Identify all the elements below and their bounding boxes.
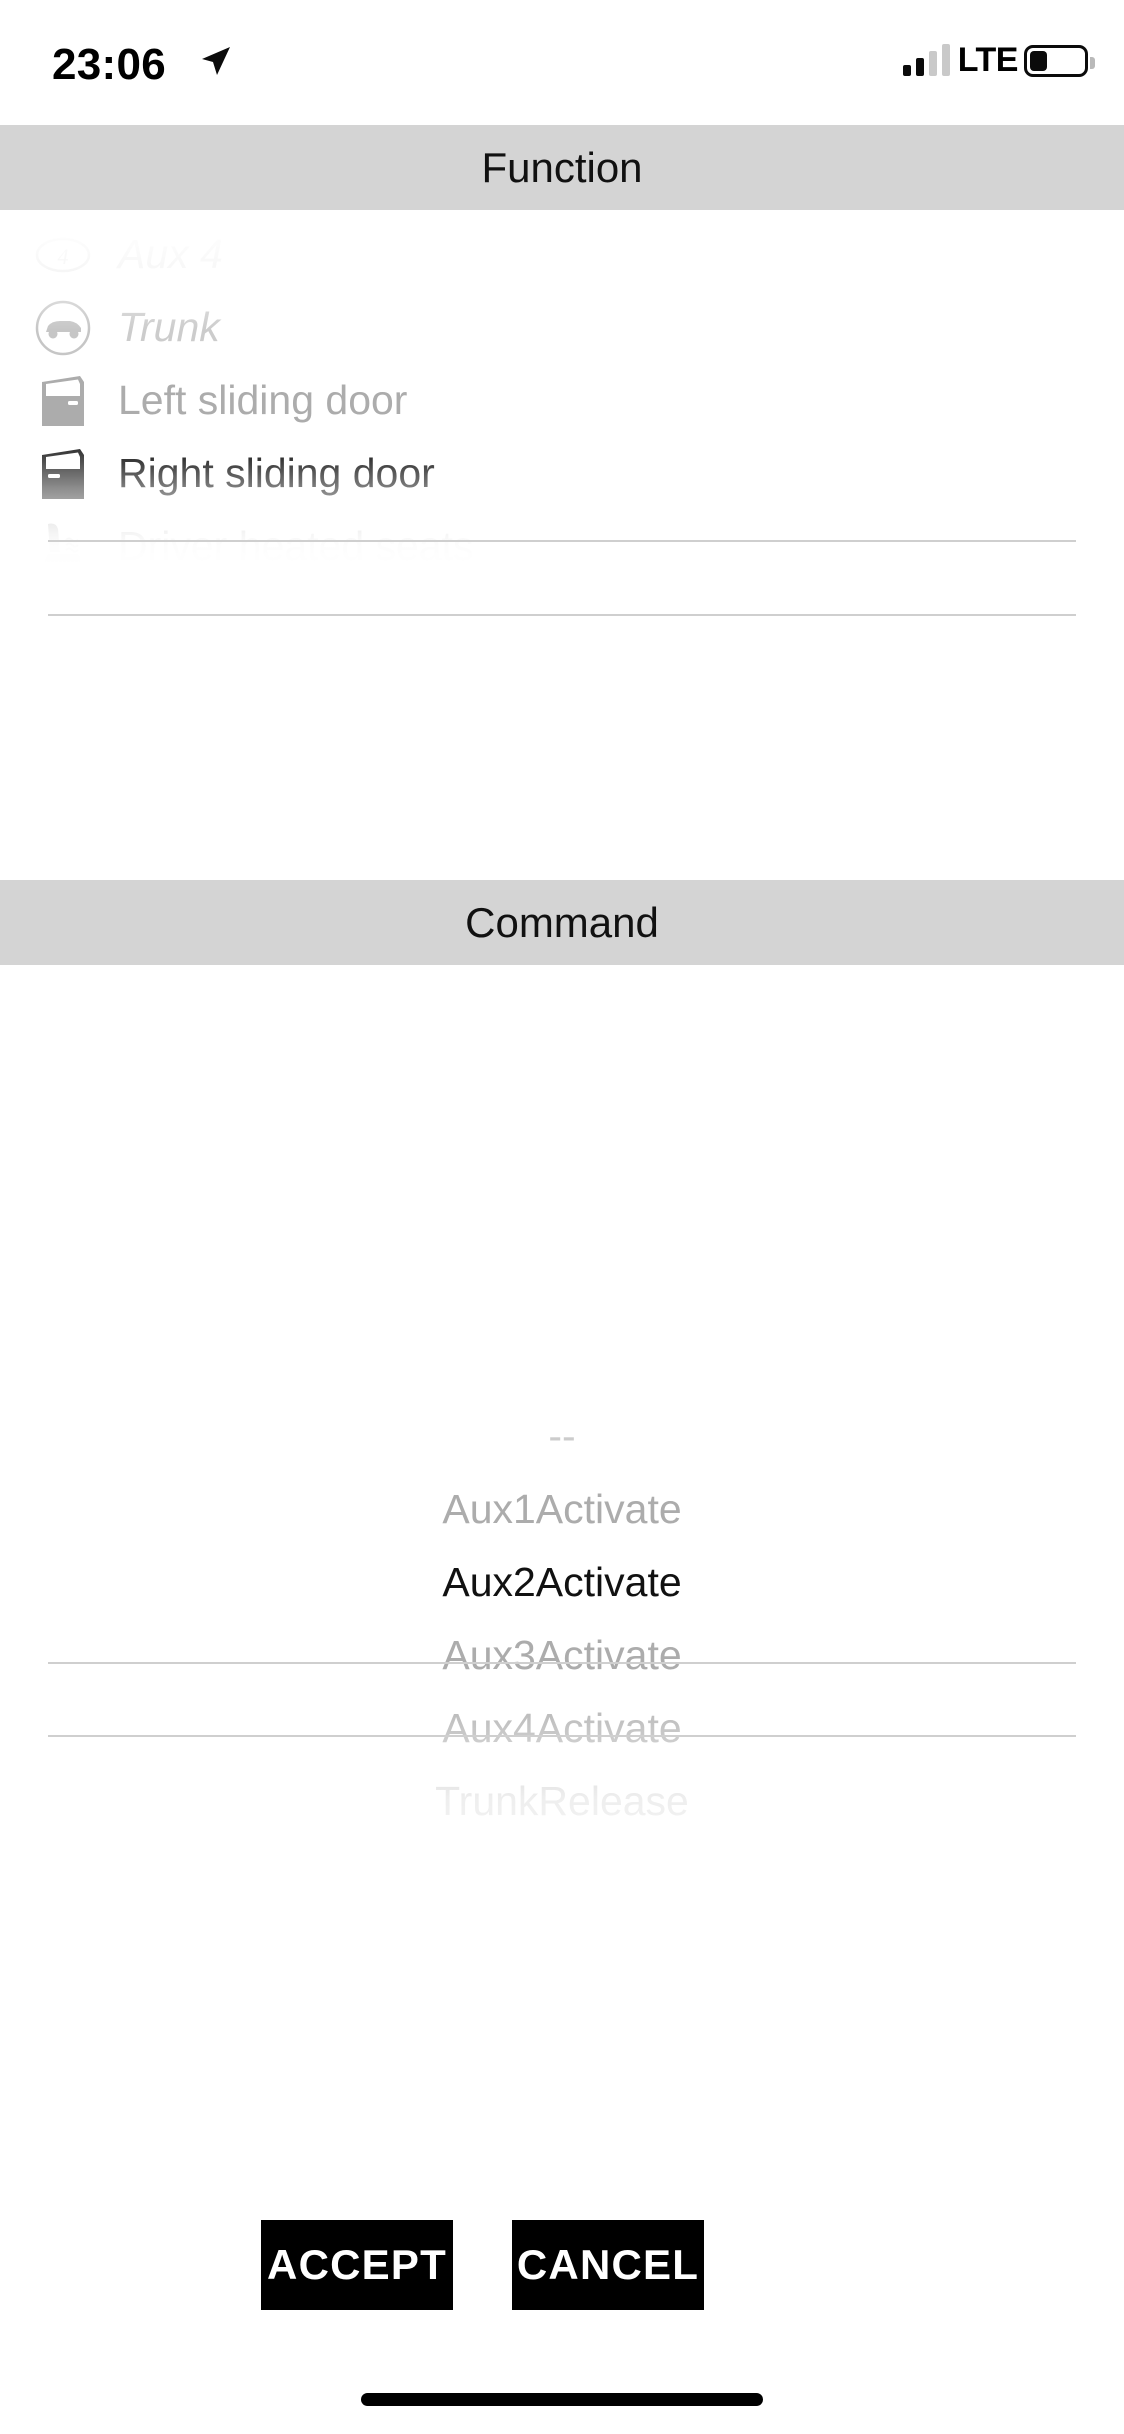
function-picker[interactable]: 3 Aux 3 4 Aux 4 <box>0 210 1124 565</box>
accept-button[interactable]: ACCEPT <box>261 2220 453 2310</box>
function-picker-item[interactable]: Left sliding door <box>0 364 1124 437</box>
cancel-button-label: CANCEL <box>516 2241 700 2288</box>
svg-text:4: 4 <box>58 244 69 269</box>
function-item-label: Right sliding door <box>118 450 435 496</box>
function-section-header: Function <box>0 125 1124 210</box>
battery-low-icon <box>1024 45 1095 77</box>
cancel-button[interactable]: CANCEL <box>512 2220 704 2310</box>
cellular-signal-icon <box>902 44 950 76</box>
function-picker-item[interactable]: Driver heated seats <box>0 510 1124 565</box>
status-bar-right: LTE <box>902 36 1095 80</box>
function-picker-item[interactable]: 3 Aux 3 <box>0 210 1124 218</box>
location-arrow-icon <box>198 44 232 78</box>
function-item-label: Left sliding door <box>118 377 408 423</box>
function-selection-line-bottom <box>48 614 1076 616</box>
command-selection-line-bottom <box>48 1735 1076 1737</box>
function-header-label: Function <box>481 143 643 191</box>
command-item-label: Aux2Activate <box>442 1559 682 1605</box>
function-item-label: Driver heated seats <box>118 523 474 565</box>
function-item-label: Aux 4 <box>118 231 223 277</box>
status-bar: 23:06 LTE <box>0 0 1124 125</box>
picker-fade-top <box>0 965 1124 1435</box>
command-item-label: TrunkRelease <box>435 1778 689 1824</box>
function-picker-item-selected[interactable]: Right sliding door <box>0 437 1124 510</box>
command-item-label: Aux4Activate <box>442 1705 682 1751</box>
command-item-label: -- <box>548 1413 576 1459</box>
command-picker-item[interactable]: TrunkRelease <box>0 1765 1124 1838</box>
function-selection-line-top <box>48 540 1076 542</box>
aux-4-badge-icon: 4 <box>30 227 96 283</box>
function-item-label: Trunk <box>118 304 220 350</box>
command-picker-item[interactable]: -- <box>0 1400 1124 1473</box>
command-item-label: Aux3Activate <box>442 1632 682 1678</box>
command-picker[interactable]: -- Aux1Activate Aux2Activate Aux3Activat… <box>0 965 1124 2155</box>
command-picker-item[interactable]: Aux3Activate <box>0 1619 1124 1692</box>
status-bar-time: 23:06 <box>52 40 167 89</box>
function-picker-item[interactable]: 4 Aux 4 <box>0 218 1124 291</box>
trunk-car-icon <box>30 300 96 356</box>
left-sliding-door-icon <box>30 373 96 429</box>
accept-button-label: ACCEPT <box>267 2241 447 2288</box>
home-indicator[interactable] <box>361 2393 763 2406</box>
function-picker-item[interactable]: Trunk <box>0 291 1124 364</box>
network-type-label: LTE <box>957 41 1019 79</box>
command-section-header: Command <box>0 880 1124 965</box>
command-picker-item-selected[interactable]: Aux2Activate <box>0 1546 1124 1619</box>
app-screen: 23:06 LTE Function 4 Aux 4 Trunk Left sl… <box>0 0 1124 2434</box>
command-picker-item[interactable]: Aux4Activate <box>0 1692 1124 1765</box>
command-header-label: Command <box>465 898 659 946</box>
command-selection-line-top <box>48 1662 1076 1664</box>
command-picker-item[interactable]: Aux1Activate <box>0 1473 1124 1546</box>
command-item-label: Aux1Activate <box>442 1486 682 1532</box>
right-sliding-door-icon <box>30 446 96 502</box>
